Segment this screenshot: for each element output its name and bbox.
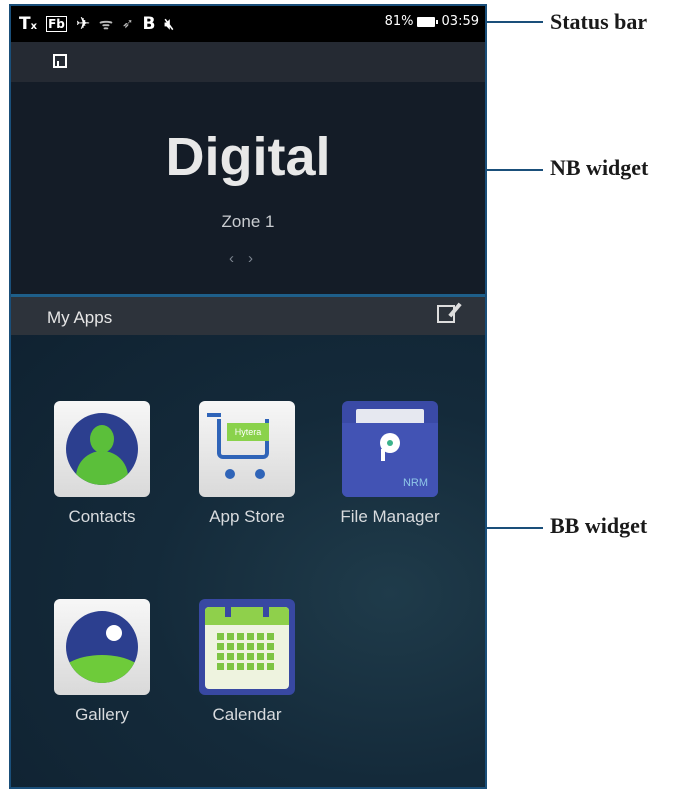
mode-title: Digital	[165, 127, 331, 187]
location-icon: ➶	[121, 16, 134, 32]
app-label: Calendar	[212, 705, 282, 724]
gallery-icon	[54, 599, 150, 695]
app-label: File Manager	[340, 507, 440, 526]
app-label: App Store	[209, 507, 285, 526]
app-file-manager[interactable]: NRM File Manager	[325, 401, 455, 527]
status-icons: Tx Fb ✈ ᯤ ➶ B 🔇︎	[19, 13, 174, 35]
fb-icon: Fb	[46, 16, 67, 32]
phone-screen: Tx Fb ✈ ᯤ ➶ B 🔇︎ 81% 03:59 Digital Zone …	[9, 4, 487, 789]
nb-widget[interactable]: Digital Zone 1 ‹›	[11, 82, 485, 294]
zone-switcher: ‹›	[11, 250, 485, 267]
status-bar: Tx Fb ✈ ᯤ ➶ B 🔇︎ 81% 03:59	[11, 6, 485, 42]
app-label: Contacts	[68, 507, 136, 526]
nb-widget-callout: NB widget	[550, 155, 649, 180]
airplane-icon: ✈	[75, 14, 91, 34]
bb-widget: My Apps Contacts Hytera App Store NRM Fi…	[11, 297, 485, 787]
app-app-store[interactable]: Hytera App Store	[182, 401, 312, 527]
my-apps-header: My Apps	[11, 297, 485, 335]
battery-icon	[416, 16, 438, 27]
nb-widget-callout-line	[487, 169, 543, 171]
bb-widget-callout: BB widget	[550, 513, 648, 538]
app-store-badge: Hytera	[227, 423, 269, 441]
edit-icon[interactable]	[437, 305, 455, 323]
app-store-icon: Hytera	[199, 401, 295, 497]
my-apps-title: My Apps	[47, 308, 113, 327]
app-calendar[interactable]: Calendar	[182, 599, 312, 725]
prev-zone-arrow-icon[interactable]: ‹	[229, 250, 248, 267]
signal-none-icon: Tx	[19, 14, 38, 34]
file-manager-icon: NRM	[342, 401, 438, 497]
contacts-icon	[54, 401, 150, 497]
status-right: 81% 03:59	[385, 14, 479, 29]
nb-toolbar	[11, 42, 485, 82]
next-zone-arrow-icon[interactable]: ›	[248, 250, 267, 267]
calendar-icon	[199, 599, 295, 695]
app-label: Gallery	[75, 705, 129, 724]
bb-widget-callout-line	[487, 527, 543, 529]
clock: 03:59	[441, 14, 479, 29]
wifi-icon: ᯤ	[99, 15, 113, 33]
zone-label: Zone 1	[221, 212, 275, 231]
app-contacts[interactable]: Contacts	[37, 401, 167, 527]
file-manager-badge: NRM	[402, 477, 428, 489]
status-bar-callout: Status bar	[550, 9, 648, 34]
battery-percent: 81%	[384, 14, 414, 29]
mute-icon: 🔇︎	[164, 15, 174, 33]
app-gallery[interactable]: Gallery	[37, 599, 167, 725]
layout-icon[interactable]	[53, 54, 67, 68]
bluetooth-icon: B	[142, 14, 156, 34]
status-bar-callout-line	[487, 21, 543, 23]
